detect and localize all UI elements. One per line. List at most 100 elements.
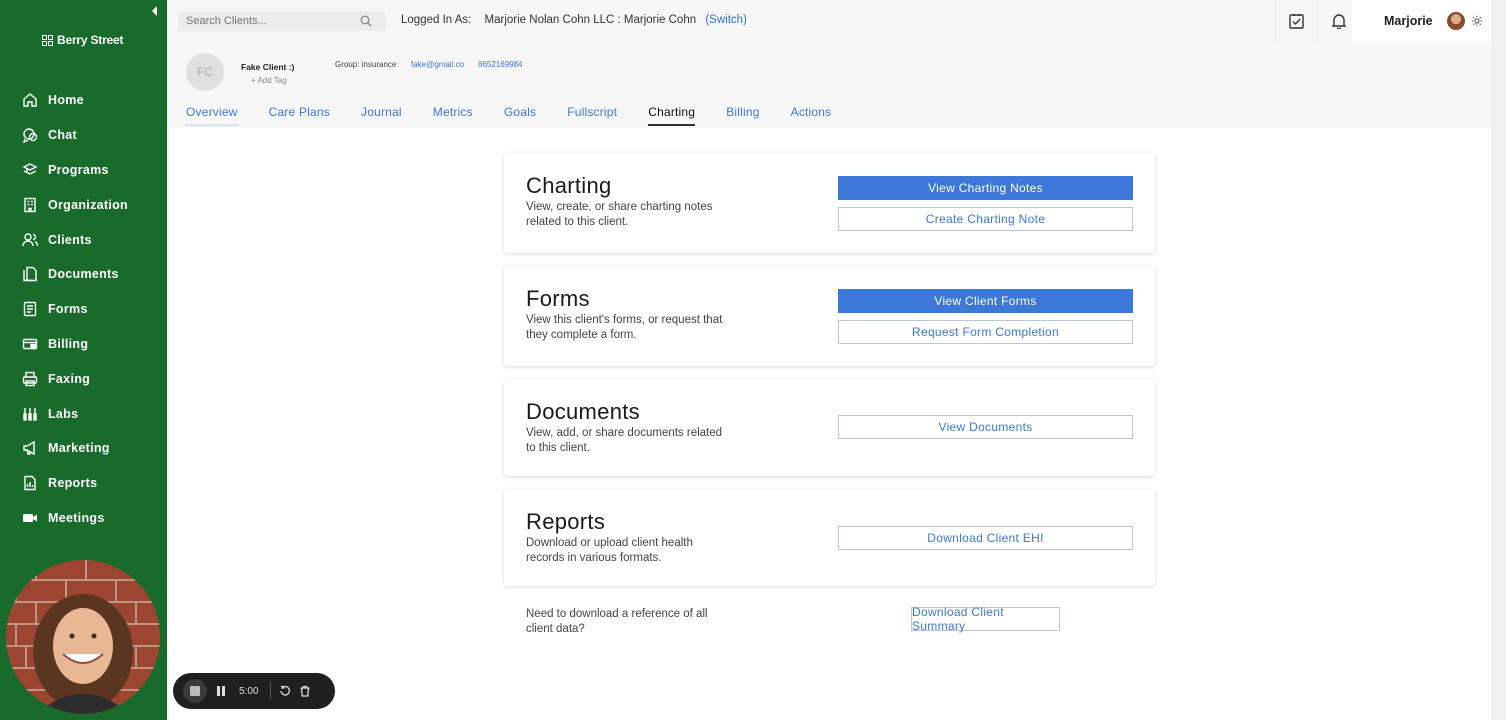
sidebar-item-reports[interactable]: Reports [0, 466, 167, 501]
webcam-preview[interactable] [6, 560, 160, 714]
restart-icon[interactable] [279, 685, 291, 697]
reports-card-description: Download or upload client health records… [526, 537, 693, 564]
tab-journal[interactable]: Journal [361, 105, 402, 126]
reports-card: Reports Download or upload client health… [504, 489, 1155, 586]
documents-card: Documents View, add, or share documents … [504, 379, 1155, 476]
sidebar-item-chat[interactable]: Chat [0, 118, 167, 153]
sidebar-item-label: Clients [48, 232, 92, 247]
search-icon[interactable] [360, 15, 372, 27]
logged-in-label: Logged In As: [401, 14, 472, 26]
page-scrollbar[interactable] [1492, 0, 1506, 720]
charting-card-title: Charting [526, 173, 612, 198]
sidebar-item-label: Programs [48, 162, 109, 177]
chat-icon [22, 128, 38, 144]
user-menu[interactable]: Marjorie [1352, 0, 1492, 42]
client-group: Group: insurance [335, 60, 397, 69]
search-input[interactable] [186, 15, 356, 27]
client-avatar: FC [186, 53, 224, 91]
sidebar-item-marketing[interactable]: Marketing [0, 431, 167, 466]
tab-care-plans[interactable]: Care Plans [269, 105, 330, 126]
billing-icon [22, 338, 38, 350]
request-form-completion-button[interactable]: Request Form Completion [838, 320, 1133, 344]
sidebar-item-label: Meetings [48, 510, 105, 525]
recorder-divider [270, 682, 272, 700]
sidebar-item-label: Billing [48, 336, 89, 351]
logged-in-account: Marjorie Nolan Cohn LLC : Marjorie Cohn [484, 14, 697, 26]
sidebar-item-labs[interactable]: Labs [0, 396, 167, 431]
view-documents-button[interactable]: View Documents [838, 415, 1133, 439]
bell-icon [1331, 14, 1346, 29]
client-search [178, 11, 386, 31]
documents-card-title: Documents [526, 399, 640, 424]
sidebar-item-label: Marketing [48, 441, 110, 456]
sidebar-item-billing[interactable]: Billing [0, 327, 167, 362]
brand-name: Berry Street [57, 33, 124, 47]
collapse-sidebar-icon[interactable] [148, 4, 162, 18]
labs-icon [23, 407, 37, 421]
documents-icon [23, 267, 37, 282]
sidebar-nav: Home Chat Programs Organization Clients … [0, 83, 167, 535]
view-client-forms-button[interactable]: View Client Forms [838, 289, 1133, 313]
create-charting-note-button[interactable]: Create Charting Note [838, 207, 1133, 231]
sidebar-item-label: Chat [48, 128, 77, 143]
sidebar-item-label: Home [48, 93, 84, 108]
tab-goals[interactable]: Goals [504, 105, 536, 126]
client-name: Fake Client :) [241, 62, 295, 72]
sidebar-item-documents[interactable]: Documents [0, 257, 167, 292]
checklist-icon [1289, 14, 1304, 29]
sidebar-item-forms[interactable]: Forms [0, 292, 167, 327]
sidebar-item-label: Labs [48, 406, 79, 421]
forms-card: Forms View this client's forms, or reque… [504, 266, 1155, 366]
forms-icon [23, 301, 37, 317]
tab-overview[interactable]: Overview [186, 105, 238, 126]
pause-icon[interactable] [215, 685, 227, 697]
programs-icon [22, 163, 38, 175]
tasks-button[interactable] [1275, 0, 1317, 42]
screen-recorder-bar: 5:00 [173, 673, 335, 709]
gear-icon[interactable] [1471, 15, 1483, 27]
switch-account-link[interactable]: (Switch) [705, 14, 747, 26]
video-icon [23, 513, 37, 522]
client-email-link[interactable]: fake@gmail.co [411, 60, 464, 69]
sidebar-item-clients[interactable]: Clients [0, 222, 167, 257]
sidebar-item-label: Forms [48, 302, 88, 317]
trash-icon[interactable] [299, 685, 311, 697]
stop-recording-button[interactable] [183, 679, 207, 703]
sidebar-item-meetings[interactable]: Meetings [0, 501, 167, 536]
sidebar-item-organization[interactable]: Organization [0, 187, 167, 222]
home-icon [23, 93, 37, 108]
clients-icon [22, 232, 38, 246]
organization-icon [24, 197, 36, 212]
sidebar-item-label: Organization [48, 197, 128, 212]
sidebar-item-label: Faxing [48, 371, 91, 386]
documents-card-description: View, add, or share documents related to… [526, 427, 723, 454]
reports-card-title: Reports [526, 509, 606, 534]
tab-fullscript[interactable]: Fullscript [567, 105, 617, 126]
recording-timer: 5:00 [239, 685, 259, 697]
brand-logo[interactable]: Berry Street [42, 33, 124, 47]
add-tag-link[interactable]: + Add Tag [251, 76, 287, 85]
charting-card: Charting View, create, or share charting… [504, 153, 1155, 253]
sidebar-item-faxing[interactable]: Faxing [0, 361, 167, 396]
view-charting-notes-button[interactable]: View Charting Notes [838, 176, 1133, 200]
top-bar: Logged In As: Marjorie Nolan Cohn LLC : … [167, 0, 1492, 42]
reports-icon [24, 475, 36, 491]
webcam-person-image [6, 560, 160, 714]
tab-billing[interactable]: Billing [726, 105, 759, 126]
user-name: Marjorie [1384, 14, 1433, 28]
sidebar-item-label: Documents [48, 267, 119, 282]
forms-card-description: View this client's forms, or request tha… [526, 314, 723, 341]
download-client-summary-button[interactable]: Download Client Summary [911, 605, 1060, 633]
sidebar-item-home[interactable]: Home [0, 83, 167, 118]
download-client-ehi-button[interactable]: Download Client EHI [838, 526, 1133, 550]
client-phone-link[interactable]: 8652169984 [478, 60, 523, 69]
brand-logo-icon [42, 34, 53, 46]
user-avatar[interactable] [1446, 12, 1465, 30]
sidebar: Berry Street Home Chat Programs Organiza… [0, 0, 335, 720]
charting-card-description: View, create, or share charting notes re… [526, 201, 713, 228]
sidebar-item-programs[interactable]: Programs [0, 153, 167, 188]
tab-actions[interactable]: Actions [791, 105, 832, 126]
download-summary-prompt: Need to download a reference of all clie… [526, 608, 708, 635]
tab-charting[interactable]: Charting [648, 105, 696, 126]
tab-metrics[interactable]: Metrics [433, 105, 473, 126]
